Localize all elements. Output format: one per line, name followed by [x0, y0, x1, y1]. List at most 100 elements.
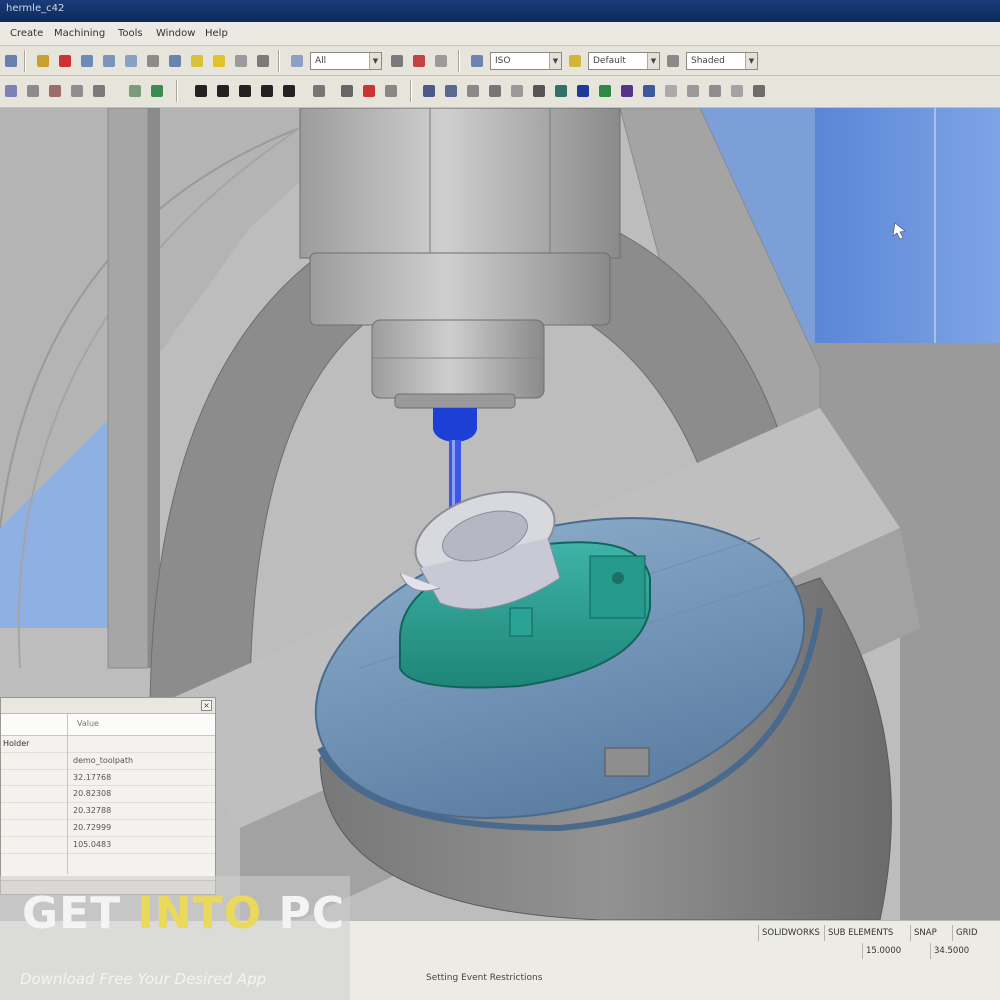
status-message: Setting Event Restrictions [426, 973, 543, 983]
zoom-in-icon[interactable] [56, 52, 74, 70]
green-diamond-icon[interactable] [596, 82, 614, 100]
step-forward-icon[interactable] [258, 82, 276, 100]
property-row[interactable]: demo_toolpath [1, 753, 215, 770]
view-icon[interactable] [468, 52, 486, 70]
property-row[interactable]: Holder [1, 736, 215, 753]
fast-forward-icon[interactable] [280, 82, 298, 100]
filter-combo[interactable]: All ▼ [310, 52, 382, 70]
view-combo-value: ISO [495, 56, 511, 66]
menu-machining[interactable]: Machining [54, 28, 105, 39]
stock-icon[interactable] [46, 82, 64, 100]
menu-window[interactable]: Window [156, 28, 195, 39]
status-coord-x: 15.0000 [862, 943, 930, 959]
play-icon[interactable] [236, 82, 254, 100]
menu-create[interactable]: Create [10, 28, 43, 39]
blue-sphere-icon[interactable] [574, 82, 592, 100]
material-icon[interactable] [566, 52, 584, 70]
rotate-icon[interactable] [144, 52, 162, 70]
spindle-icon[interactable] [442, 82, 460, 100]
chevron-down-icon: ▼ [647, 53, 659, 69]
stop-sim-icon[interactable] [214, 82, 232, 100]
property-row[interactable]: 20.82308 [1, 786, 215, 804]
toolbar-separator [410, 80, 412, 102]
blue-cube-icon[interactable] [640, 82, 658, 100]
axis-icon[interactable] [420, 82, 438, 100]
part-icon[interactable] [90, 82, 108, 100]
zoom-fit-icon[interactable] [122, 52, 140, 70]
spindle-collar [309, 252, 611, 326]
toolbar-separator [24, 50, 26, 72]
light-icon[interactable] [188, 52, 206, 70]
wand-icon[interactable] [662, 82, 680, 100]
purple-cube-icon[interactable] [618, 82, 636, 100]
toolbar-separator [458, 50, 460, 72]
new-icon[interactable] [2, 52, 20, 70]
table-clamp [604, 747, 650, 777]
chevron-down-icon: ▼ [745, 53, 757, 69]
brush-icon[interactable] [728, 82, 746, 100]
grid-icon[interactable] [432, 52, 450, 70]
material-combo[interactable]: Default ▼ [588, 52, 660, 70]
toolbar-separator [176, 80, 178, 102]
zoom-out-icon[interactable] [78, 52, 96, 70]
menu-tools[interactable]: Tools [118, 28, 143, 39]
tag-icon[interactable] [706, 82, 724, 100]
status-cell-grid[interactable]: GRID [952, 925, 998, 941]
property-value: 20.32788 [73, 806, 112, 816]
property-row[interactable]: 20.32788 [1, 803, 215, 820]
step-back-icon[interactable] [192, 82, 210, 100]
display-mode-combo[interactable]: Shaded ▼ [686, 52, 758, 70]
filter-combo-value: All [315, 56, 327, 66]
export-icon[interactable] [750, 82, 768, 100]
alarm-icon[interactable] [360, 82, 378, 100]
property-row[interactable]: 32.17768 [1, 770, 215, 787]
pan-icon[interactable] [166, 52, 184, 70]
link-icon[interactable] [684, 82, 702, 100]
speed-slider-icon[interactable] [310, 82, 328, 100]
view-combo[interactable]: ISO ▼ [490, 52, 562, 70]
clip-icon[interactable] [508, 82, 526, 100]
camera-icon[interactable] [530, 82, 548, 100]
status-cell-solidworks[interactable]: SOLIDWORKS [758, 925, 824, 941]
cam-application-window: hermle_c42 Create Machining Tools Window… [0, 0, 1000, 1000]
property-row[interactable]: 105.0483 [1, 837, 215, 854]
undo-icon[interactable] [388, 52, 406, 70]
fixture-bolt [612, 572, 624, 584]
stop-icon[interactable] [410, 52, 428, 70]
toolpath-icon[interactable] [126, 82, 144, 100]
material-combo-value: Default [593, 56, 626, 66]
measure-icon[interactable] [464, 82, 482, 100]
title-bar: hermle_c42 [0, 0, 1000, 22]
print-icon[interactable] [254, 52, 272, 70]
property-value: 32.17768 [73, 772, 112, 782]
tool-icon[interactable] [24, 82, 42, 100]
property-row[interactable]: 20.72999 [1, 820, 215, 837]
zoom-window-icon[interactable] [100, 52, 118, 70]
property-value: 20.72999 [73, 822, 112, 832]
property-label: Holder [3, 739, 30, 748]
chevron-down-icon: ▼ [549, 53, 561, 69]
watermark-tagline: Download Free Your Desired App [20, 970, 267, 988]
fixture-icon[interactable] [68, 82, 86, 100]
properties-panel-header: × [1, 698, 215, 714]
column-value-header: Value [77, 719, 99, 728]
select-icon[interactable] [34, 52, 52, 70]
tool-collet-body [433, 408, 477, 430]
menu-help[interactable]: Help [205, 28, 228, 39]
section-icon[interactable] [486, 82, 504, 100]
copy-icon[interactable] [232, 52, 250, 70]
property-value: 105.0483 [73, 839, 112, 849]
filter-icon[interactable] [288, 52, 306, 70]
property-value: 20.82308 [73, 789, 112, 799]
highlight-icon[interactable] [210, 52, 228, 70]
material-removal-icon[interactable] [552, 82, 570, 100]
status-cell-sub-elements[interactable]: SUB ELEMENTS [824, 925, 910, 941]
shading-icon[interactable] [664, 52, 682, 70]
collision-icon[interactable] [338, 82, 356, 100]
settings-icon[interactable] [382, 82, 400, 100]
fixture-block [589, 555, 646, 619]
status-cell-snap[interactable]: SNAP [910, 925, 952, 941]
verify-icon[interactable] [148, 82, 166, 100]
close-icon[interactable]: × [201, 700, 212, 711]
machine-icon[interactable] [2, 82, 20, 100]
